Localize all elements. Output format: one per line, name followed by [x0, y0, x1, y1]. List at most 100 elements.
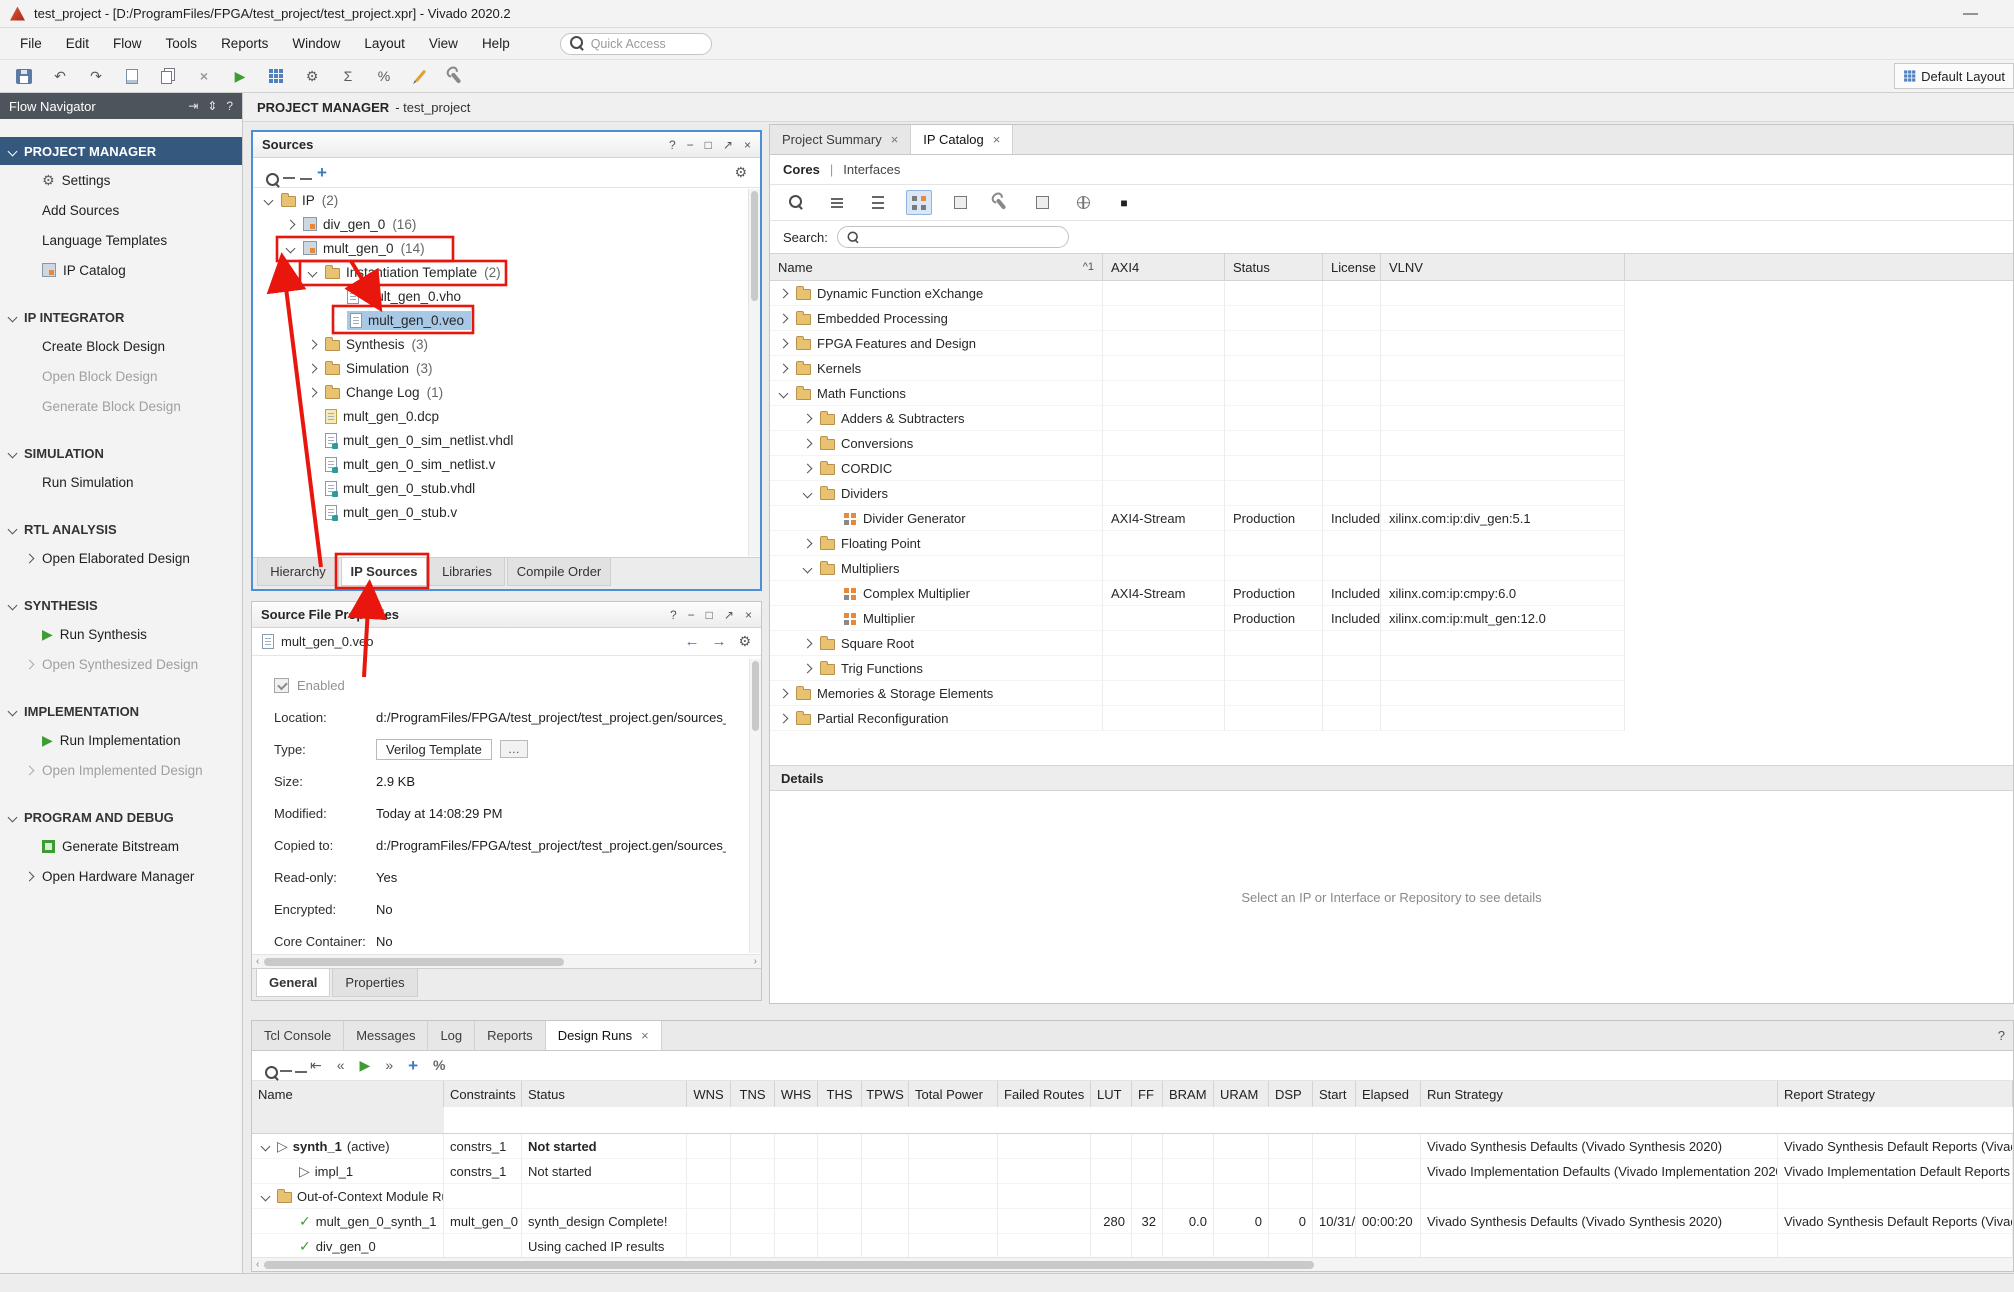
chevron-right-icon[interactable] — [800, 415, 814, 422]
tab-interfaces[interactable]: Interfaces — [843, 162, 900, 177]
panel-close-icon[interactable]: × — [744, 138, 751, 152]
tab-properties[interactable]: Properties — [332, 969, 417, 997]
forward-icon[interactable]: → — [711, 633, 726, 650]
back-icon[interactable]: ← — [684, 633, 699, 650]
runs-go-first-button[interactable]: ⇤ — [310, 1058, 322, 1073]
tab-libraries[interactable]: Libraries — [429, 558, 505, 586]
column-header-uram[interactable]: URAM — [1214, 1081, 1269, 1107]
tree-item-simulation[interactable]: Simulation(3) — [253, 356, 748, 380]
catalog-expand-all-button[interactable] — [865, 190, 891, 215]
catalog-row-trig-functions[interactable]: Trig Functions — [770, 656, 2013, 681]
catalog-collapse-all-button[interactable] — [824, 190, 850, 215]
catalog-row-conversions[interactable]: Conversions — [770, 431, 2013, 456]
toolbar-redo-button[interactable]: ↷ — [82, 64, 110, 88]
catalog-row-kernels[interactable]: Kernels — [770, 356, 2013, 381]
chevron-right-icon[interactable] — [776, 340, 790, 347]
chevron-right-icon[interactable] — [305, 365, 319, 372]
toolbar-gear-button[interactable]: ⚙ — [298, 64, 326, 88]
tab-ip-catalog[interactable]: IP Catalog× — [911, 125, 1013, 154]
nav-item-language-templates[interactable]: Language Templates — [0, 225, 242, 255]
nav-section-program-and-debug[interactable]: PROGRAM AND DEBUG — [0, 803, 242, 831]
tree-item-change-log[interactable]: Change Log(1) — [253, 380, 748, 404]
runs-step-forward-button[interactable]: » — [385, 1058, 393, 1073]
chevron-right-icon[interactable] — [283, 221, 297, 228]
nav-item-open-block-design[interactable]: Open Block Design — [0, 361, 242, 391]
nav-section-synthesis[interactable]: SYNTHESIS — [0, 591, 242, 619]
chevron-down-icon[interactable] — [283, 245, 297, 252]
nav-item-ip-catalog[interactable]: IP Catalog — [0, 255, 242, 285]
tree-item-mult-gen-0-stub-vhdl[interactable]: mult_gen_0_stub.vhdl — [253, 476, 748, 500]
toolbar-wrench-button[interactable] — [442, 64, 470, 88]
column-header-status[interactable]: Status — [1225, 254, 1323, 280]
column-header-status[interactable]: Status — [522, 1081, 687, 1107]
catalog-row-multipliers[interactable]: Multipliers — [770, 556, 2013, 581]
minimize-window-button[interactable]: — — [1963, 5, 1978, 22]
panel-minimize-icon[interactable]: − — [687, 138, 694, 152]
ip-catalog-search-input[interactable] — [837, 226, 1069, 248]
flow-nav-header-icon-2[interactable]: ? — [226, 99, 233, 113]
nav-item-create-block-design[interactable]: Create Block Design — [0, 331, 242, 361]
toolbar-pencil-button[interactable] — [406, 64, 434, 88]
toolbar-save-button[interactable] — [10, 64, 38, 88]
properties-hscrollbar[interactable]: ‹› — [252, 954, 761, 968]
gear-icon[interactable]: ⚙ — [738, 633, 751, 650]
flow-nav-header-icon-1[interactable]: ⇕ — [207, 99, 217, 113]
runs-percent-button[interactable]: % — [433, 1058, 445, 1073]
catalog-search-button[interactable] — [783, 190, 809, 215]
nav-section-simulation[interactable]: SIMULATION — [0, 439, 242, 467]
column-header-name[interactable]: Name^1 — [770, 254, 1103, 280]
catalog-row-dynamic-function-exchange[interactable]: Dynamic Function eXchange — [770, 281, 2013, 306]
toolbar-grid-button[interactable] — [262, 64, 290, 88]
tab-log[interactable]: Log — [428, 1021, 475, 1050]
catalog-row-cordic[interactable]: CORDIC — [770, 456, 2013, 481]
nav-item-generate-bitstream[interactable]: Generate Bitstream — [0, 831, 242, 861]
catalog-row-fpga-features-and-design[interactable]: FPGA Features and Design — [770, 331, 2013, 356]
scrollbar-thumb[interactable] — [264, 1261, 1314, 1269]
column-header-lut[interactable]: LUT — [1091, 1081, 1132, 1107]
chevron-down-icon[interactable] — [258, 1193, 272, 1200]
catalog-row-dividers[interactable]: Dividers — [770, 481, 2013, 506]
menu-flow[interactable]: Flow — [101, 32, 154, 55]
properties-vscrollbar[interactable] — [749, 659, 761, 953]
run-row-div-gen-0[interactable]: ✓div_gen_0Using cached IP results — [252, 1234, 2013, 1259]
chevron-right-icon[interactable] — [776, 290, 790, 297]
settings-gear-icon[interactable]: ⚙ — [734, 165, 747, 180]
catalog-row-embedded-processing[interactable]: Embedded Processing — [770, 306, 2013, 331]
chevron-right-icon[interactable] — [800, 540, 814, 547]
quick-access-search[interactable]: Quick Access — [560, 33, 712, 55]
enabled-checkbox[interactable] — [274, 678, 289, 693]
nav-item-open-synthesized-design[interactable]: Open Synthesized Design — [0, 649, 242, 679]
tab-general[interactable]: General — [256, 969, 330, 997]
nav-section-implementation[interactable]: IMPLEMENTATION — [0, 697, 242, 725]
nav-item-settings[interactable]: ⚙Settings — [0, 165, 242, 195]
column-header-whs[interactable]: WHS — [775, 1081, 818, 1107]
menu-layout[interactable]: Layout — [352, 32, 417, 55]
panel-maximize-icon[interactable]: □ — [705, 138, 712, 152]
nav-item-open-hardware-manager[interactable]: Open Hardware Manager — [0, 861, 242, 891]
catalog-row-math-functions[interactable]: Math Functions — [770, 381, 2013, 406]
column-header-total-power[interactable]: Total Power — [909, 1081, 998, 1107]
panel-float-icon[interactable]: ↗ — [724, 608, 734, 622]
menu-reports[interactable]: Reports — [209, 32, 280, 55]
toolbar-percent-button[interactable]: % — [370, 64, 398, 88]
scroll-right-icon[interactable]: › — [754, 956, 757, 967]
column-header-vlnv[interactable]: VLNV — [1381, 254, 1625, 280]
column-header-name[interactable]: Name — [252, 1081, 444, 1107]
tree-item-mult-gen-0-veo[interactable]: mult_gen_0.veo — [253, 308, 748, 332]
scroll-left-icon[interactable]: ‹ — [256, 956, 259, 967]
column-header-license[interactable]: License — [1323, 254, 1381, 280]
chevron-right-icon[interactable] — [800, 465, 814, 472]
nav-item-add-sources[interactable]: Add Sources — [0, 195, 242, 225]
catalog-row-square-root[interactable]: Square Root — [770, 631, 2013, 656]
nav-section-ip-integrator[interactable]: IP INTEGRATOR — [0, 303, 242, 331]
close-icon[interactable]: × — [891, 132, 899, 147]
toolbar-undo-button[interactable]: ↶ — [46, 64, 74, 88]
chevron-right-icon[interactable] — [800, 640, 814, 647]
runs-run-all-button[interactable]: ▶ — [360, 1058, 371, 1073]
column-header-tpws[interactable]: TPWS — [862, 1081, 909, 1107]
runs-step-back-button[interactable]: « — [337, 1058, 345, 1073]
nav-section-rtl-analysis[interactable]: RTL ANALYSIS — [0, 515, 242, 543]
scrollbar-thumb[interactable] — [752, 661, 759, 731]
column-header-tns[interactable]: TNS — [731, 1081, 775, 1107]
catalog-row-adders-subtracters[interactable]: Adders & Subtracters — [770, 406, 2013, 431]
